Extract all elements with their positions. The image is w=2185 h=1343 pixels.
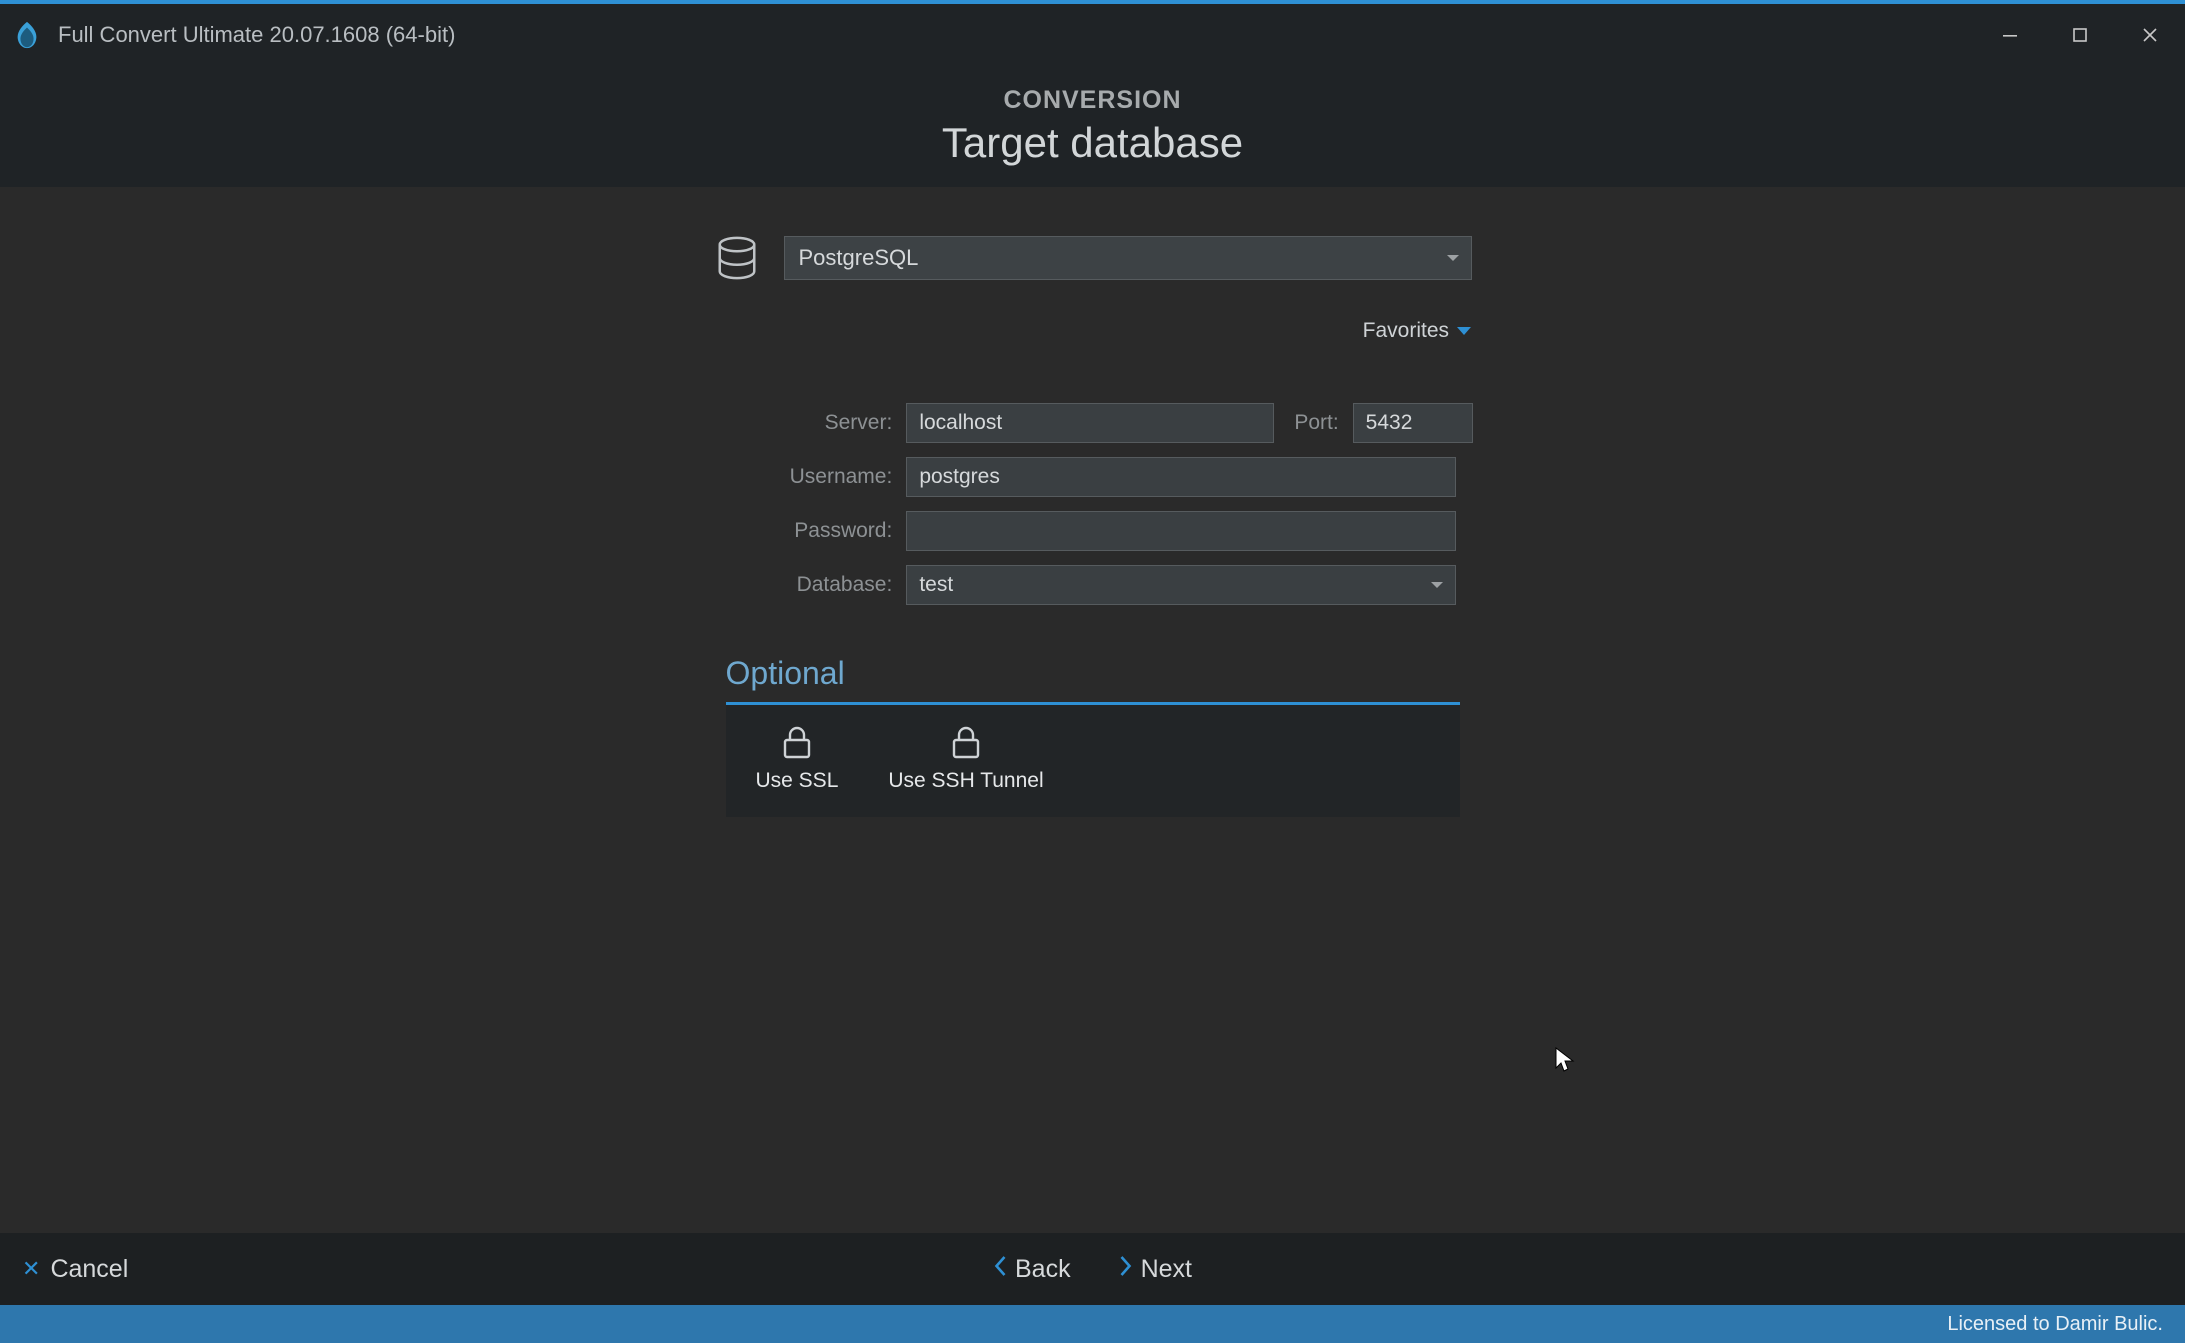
minimize-button[interactable] [1975,14,2045,56]
close-icon: ✕ [22,1256,40,1282]
back-label: Back [1015,1255,1071,1284]
server-label: Server: [712,411,892,435]
optional-heading: Optional [726,655,1460,692]
close-button[interactable] [2115,14,2185,56]
use-ssl-toggle[interactable]: Use SSL [756,725,839,793]
database-type-select[interactable]: PostgreSQL [784,236,1472,280]
maximize-button[interactable] [2045,14,2115,56]
database-value: test [919,573,953,597]
cancel-button[interactable]: ✕ Cancel [22,1255,128,1284]
license-text: Licensed to Damir Bulic. [1947,1313,2163,1336]
connection-form: Server: Port: Username: Password: Databa… [712,403,1472,605]
app-logo-icon [10,18,44,52]
titlebar: Full Convert Ultimate 20.07.1608 (64-bit… [0,4,2185,66]
port-input[interactable] [1353,403,1473,443]
next-button[interactable]: Next [1119,1255,1192,1284]
database-icon [714,235,760,281]
lock-icon [950,725,982,759]
triangle-down-icon [1457,327,1471,335]
favorites-label: Favorites [1363,319,1449,343]
username-input[interactable] [906,457,1456,497]
wizard-step-title: Target database [0,119,2185,167]
database-type-value: PostgreSQL [799,245,919,271]
chevron-left-icon [993,1255,1007,1284]
next-label: Next [1141,1255,1192,1284]
content-area: PostgreSQL Favorites Server: Port: Usern… [0,187,2185,1233]
password-input[interactable] [906,511,1456,551]
back-button[interactable]: Back [993,1255,1071,1284]
port-label: Port: [1294,411,1338,435]
chevron-right-icon [1119,1255,1133,1284]
chevron-down-icon [1431,582,1443,588]
window-title: Full Convert Ultimate 20.07.1608 (64-bit… [58,22,455,48]
chevron-down-icon [1447,255,1459,261]
lock-icon [781,725,813,759]
database-select[interactable]: test [906,565,1456,605]
use-ssl-label: Use SSL [756,769,839,793]
wizard-footer: ✕ Cancel Back Next [0,1233,2185,1305]
wizard-header: CONVERSION Target database [0,66,2185,187]
status-bar: Licensed to Damir Bulic. [0,1305,2185,1343]
use-ssh-tunnel-toggle[interactable]: Use SSH Tunnel [888,725,1043,793]
server-input[interactable] [906,403,1274,443]
password-label: Password: [712,519,892,543]
optional-section: Optional Use SSL Use SSH Tunnel [726,655,1460,817]
database-label: Database: [712,573,892,597]
cancel-label: Cancel [50,1255,128,1284]
use-ssh-label: Use SSH Tunnel [888,769,1043,793]
wizard-step-label: CONVERSION [0,86,2185,115]
favorites-dropdown[interactable]: Favorites [1363,319,1471,343]
username-label: Username: [712,465,892,489]
